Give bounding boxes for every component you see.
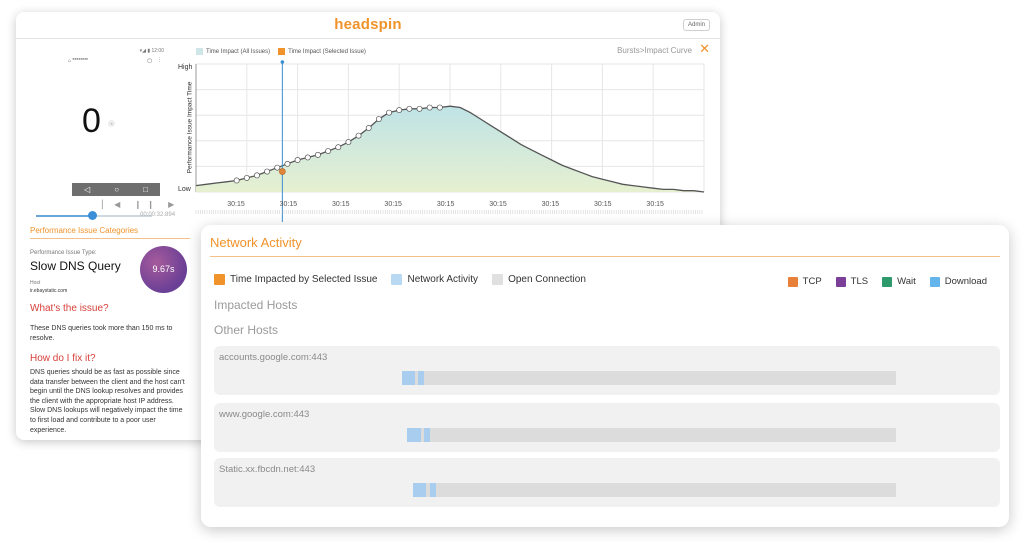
x-tick-label: 30:15	[594, 201, 612, 208]
legend-swatch	[391, 274, 403, 285]
open-connection-bar[interactable]	[407, 428, 896, 442]
data-point[interactable]	[264, 168, 271, 175]
legend-swatch	[214, 274, 225, 285]
legend-wait: Wait	[882, 276, 916, 287]
data-point[interactable]	[325, 148, 332, 154]
legend-label: TCP	[802, 276, 822, 287]
data-point[interactable]	[406, 105, 413, 112]
legend-tcp: TCP	[787, 276, 822, 287]
x-tick-label: 30:15	[280, 201, 298, 208]
legend-swatch	[835, 276, 846, 287]
host-name: www.google.com:443	[219, 409, 310, 420]
host-name: accounts.google.com:443	[219, 352, 328, 363]
host-name: Static.xx.fbcdn.net:443	[219, 464, 316, 475]
legend-download: Download	[929, 276, 987, 287]
other-hosts-heading: Other Hosts	[214, 323, 279, 337]
network-legend: Time Impacted by Selected Issue Network …	[214, 274, 586, 285]
data-point[interactable]	[335, 144, 342, 151]
legend-swatch	[787, 276, 798, 287]
data-point[interactable]	[294, 157, 301, 163]
data-point[interactable]	[243, 174, 250, 181]
x-tick-label: 30:15	[542, 201, 560, 208]
network-activity-bar[interactable]	[402, 371, 416, 385]
legend-label: Wait	[897, 276, 916, 287]
legend-selected-impact: Time Impacted by Selected Issue	[214, 274, 377, 285]
network-activity-panel: Network Activity Time Impacted by Select…	[201, 225, 1009, 527]
data-point[interactable]	[426, 104, 433, 111]
network-activity-title: Network Activity	[210, 235, 302, 250]
legend-label: Network Activity	[407, 274, 479, 285]
x-tick-label: 30:15	[437, 201, 455, 208]
legend-open-connection: Open Connection	[492, 274, 586, 285]
network-activity-bar[interactable]	[429, 483, 436, 497]
divider	[210, 256, 1000, 257]
legend-label: Open Connection	[508, 274, 586, 285]
data-point[interactable]	[345, 139, 352, 146]
data-point[interactable]	[284, 160, 291, 167]
data-point[interactable]	[274, 164, 281, 171]
legend-swatch	[492, 274, 504, 285]
data-point[interactable]	[233, 177, 240, 184]
network-activity-bar[interactable]	[407, 428, 421, 442]
data-point[interactable]	[304, 154, 311, 161]
host-row[interactable]: accounts.google.com:443	[214, 346, 1000, 395]
impact-area	[196, 106, 704, 192]
network-activity-bar[interactable]	[418, 371, 425, 385]
x-tick-label: 30:15	[227, 201, 245, 208]
x-tick-label: 30:15	[489, 201, 507, 208]
legend-network-activity: Network Activity	[391, 274, 478, 285]
impacted-hosts-heading: Impacted Hosts	[214, 298, 298, 312]
data-point[interactable]	[436, 104, 443, 111]
timeline-ruler	[195, 210, 703, 214]
host-row[interactable]: www.google.com:443	[214, 403, 1000, 452]
data-point[interactable]	[254, 172, 260, 179]
network-activity-bar[interactable]	[412, 483, 427, 497]
x-tick-label: 30:15	[646, 201, 664, 208]
legend-label: TLS	[850, 276, 869, 287]
data-point[interactable]	[386, 109, 392, 116]
x-tick-label: 30:15	[332, 201, 350, 208]
data-point[interactable]	[365, 125, 372, 131]
legend-label: Download	[944, 276, 987, 287]
legend-swatch	[882, 276, 893, 287]
phase-legend: TCP TLS Wait Download	[787, 276, 987, 287]
legend-tls: TLS	[835, 276, 869, 287]
host-row[interactable]: Static.xx.fbcdn.net:443	[214, 458, 1000, 507]
legend-swatch	[929, 276, 940, 287]
data-point[interactable]	[416, 105, 423, 112]
data-point[interactable]	[375, 116, 382, 122]
selected-issue-point[interactable]	[279, 168, 286, 175]
legend-label: Time Impacted by Selected Issue	[230, 274, 378, 285]
selected-marker-cap	[280, 60, 285, 64]
data-point[interactable]	[314, 151, 321, 158]
data-point[interactable]	[396, 107, 403, 114]
network-activity-bar[interactable]	[424, 428, 431, 442]
open-connection-bar[interactable]	[402, 371, 896, 385]
open-connection-bar[interactable]	[412, 483, 896, 497]
data-point[interactable]	[355, 132, 362, 139]
x-tick-label: 30:15	[384, 201, 402, 208]
